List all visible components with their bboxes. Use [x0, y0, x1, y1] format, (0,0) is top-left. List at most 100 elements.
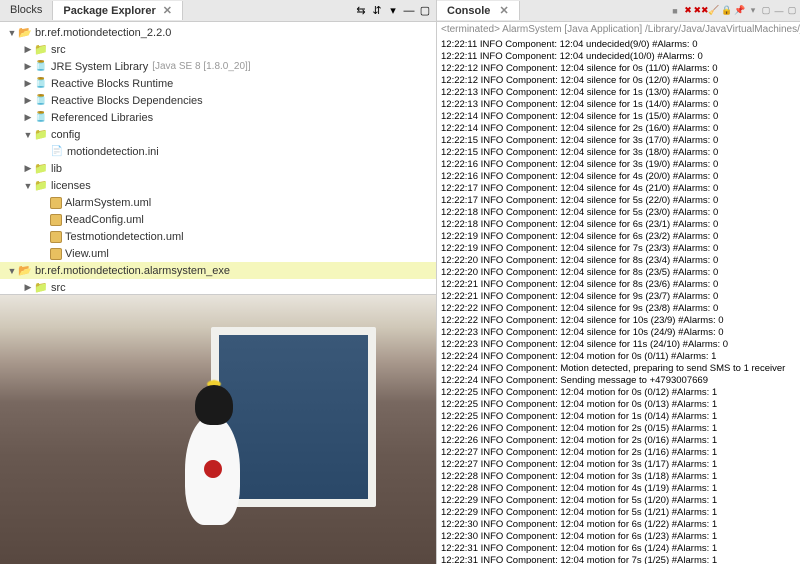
console-line: 12:22:22 INFO Component: 12:04 silence f…	[441, 303, 796, 315]
folder-icon	[34, 128, 48, 142]
console-line: 12:22:24 INFO Component: Motion detected…	[441, 363, 796, 375]
tab-console[interactable]: Console ✕	[437, 1, 520, 20]
console-line: 12:22:29 INFO Component: 12:04 motion fo…	[441, 507, 796, 519]
link-editor-icon[interactable]: ⇵	[370, 4, 384, 18]
console-line: 12:22:18 INFO Component: 12:04 silence f…	[441, 219, 796, 231]
console-line: 12:22:31 INFO Component: 12:04 motion fo…	[441, 543, 796, 555]
console-tab-bar: Console ✕ ■ ✖ ✖✖ 🧹 🔒 📌 ▾ ▢ — ▢	[437, 0, 800, 22]
spacer	[38, 197, 50, 209]
folder-icon	[34, 162, 48, 176]
console-line: 12:22:30 INFO Component: 12:04 motion fo…	[441, 519, 796, 531]
console-line: 12:22:22 INFO Component: 12:04 silence f…	[441, 315, 796, 327]
console-line: 12:22:21 INFO Component: 12:04 silence f…	[441, 279, 796, 291]
console-line: 12:22:26 INFO Component: 12:04 motion fo…	[441, 423, 796, 435]
collapse-icon[interactable]: ▼	[6, 27, 18, 39]
uml-icon	[50, 231, 62, 243]
tree-item[interactable]: View.uml	[0, 245, 436, 262]
tab-blocks[interactable]: Blocks	[0, 1, 53, 20]
tree-item-label: br.ref.motiondetection.alarmsystem_exe	[35, 265, 230, 277]
open-console-icon[interactable]: ▢	[760, 5, 772, 17]
video-preview	[0, 294, 436, 564]
uml-icon	[50, 214, 62, 226]
min-icon[interactable]: —	[773, 5, 785, 17]
console-line: 12:22:30 INFO Component: 12:04 motion fo…	[441, 531, 796, 543]
tree-item[interactable]: ▶ src	[0, 279, 436, 294]
remove-all-icon[interactable]: ✖✖	[695, 5, 707, 17]
package-explorer-tree[interactable]: ▼br.ref.motiondetection_2.2.0 ▶ src ▶JRE Sy…	[0, 22, 436, 294]
scroll-lock-icon[interactable]: 🔒	[721, 5, 733, 17]
explorer-tab-bar: BlocksPackage Explorer ✕ ⇆ ⇵ ▾ — ▢	[0, 0, 436, 22]
tree-item[interactable]: ▼ br.ref.motiondetection.alarmsystem_exe	[0, 262, 436, 279]
console-line: 12:22:13 INFO Component: 12:04 silence f…	[441, 87, 796, 99]
collapse-all-icon[interactable]: ⇆	[354, 4, 368, 18]
pin-console-icon[interactable]: 📌	[734, 5, 746, 17]
console-line: 12:22:28 INFO Component: 12:04 motion fo…	[441, 471, 796, 483]
terminate-icon[interactable]: ■	[669, 5, 681, 17]
tree-item[interactable]: Testmotiondetection.uml	[0, 228, 436, 245]
project-icon	[18, 264, 32, 278]
console-line: 12:22:25 INFO Component: 12:04 motion fo…	[441, 411, 796, 423]
lib-icon	[34, 94, 48, 108]
console-line: 12:22:16 INFO Component: 12:04 silence f…	[441, 159, 796, 171]
expand-icon[interactable]: ▶	[22, 163, 34, 175]
tab-package-explorer[interactable]: Package Explorer ✕	[53, 1, 183, 20]
expand-icon[interactable]: ▶	[22, 78, 34, 90]
maximize-view-icon[interactable]: ▢	[418, 4, 432, 18]
console-line: 12:22:13 INFO Component: 12:04 silence f…	[441, 99, 796, 111]
console-line: 12:22:19 INFO Component: 12:04 silence f…	[441, 243, 796, 255]
tree-item[interactable]: ▶Reactive Blocks Dependencies	[0, 92, 436, 109]
tree-item-label: Reactive Blocks Runtime	[51, 78, 173, 90]
tree-item[interactable]: motiondetection.ini	[0, 143, 436, 160]
tree-item[interactable]: ▶ Reactive Blocks Runtime	[0, 75, 436, 92]
tree-item-label: View.uml	[65, 248, 109, 260]
console-line: 12:22:14 INFO Component: 12:04 silence f…	[441, 123, 796, 135]
expand-icon[interactable]: ▶	[22, 44, 34, 56]
lib-icon	[34, 60, 48, 74]
console-line: 12:22:24 INFO Component: 12:04 motion fo…	[441, 351, 796, 363]
console-line: 12:22:15 INFO Component: 12:04 silence f…	[441, 135, 796, 147]
console-line: 12:22:31 INFO Component: 12:04 motion fo…	[441, 555, 796, 564]
console-tab-label: Console	[447, 5, 490, 17]
tree-item-label: lib	[51, 163, 62, 175]
display-selected-icon[interactable]: ▾	[747, 5, 759, 17]
console-line: 12:22:14 INFO Component: 12:04 silence f…	[441, 111, 796, 123]
expand-icon[interactable]: ▶	[22, 61, 34, 73]
console-line: 12:22:29 INFO Component: 12:04 motion fo…	[441, 495, 796, 507]
tree-item[interactable]: ▶ lib	[0, 160, 436, 177]
tree-item-label: src	[51, 282, 66, 294]
max-icon[interactable]: ▢	[786, 5, 798, 17]
console-line: 12:22:17 INFO Component: 12:04 silence f…	[441, 183, 796, 195]
console-line: 12:22:11 INFO Component: 12:04 undecided…	[441, 39, 796, 51]
tree-item[interactable]: ▶ Referenced Libraries	[0, 109, 436, 126]
tree-item-label: Referenced Libraries	[51, 112, 153, 124]
minimize-view-icon[interactable]: —	[402, 4, 416, 18]
expand-icon[interactable]: ▶	[22, 282, 34, 294]
tree-item[interactable]: ▼config	[0, 126, 436, 143]
tree-item[interactable]: AlarmSystem.uml	[0, 194, 436, 211]
remove-launch-icon[interactable]: ✖	[682, 5, 694, 17]
tree-item[interactable]: ▶JRE System Library[Java SE 8 [1.8.0_20]…	[0, 58, 436, 75]
tree-item[interactable]: ▶src	[0, 41, 436, 58]
console-line: 12:22:11 INFO Component: 12:04 undecided…	[441, 51, 796, 63]
collapse-icon[interactable]: ▼	[6, 265, 18, 277]
collapse-icon[interactable]: ▼	[22, 129, 34, 141]
right-pane: Console ✕ ■ ✖ ✖✖ 🧹 🔒 📌 ▾ ▢ — ▢ <terminat…	[437, 0, 800, 564]
collapse-icon[interactable]: ▼	[22, 180, 34, 192]
close-icon[interactable]: ✕	[499, 5, 508, 17]
tree-item[interactable]: ▼licenses	[0, 177, 436, 194]
console-line: 12:22:21 INFO Component: 12:04 silence f…	[441, 291, 796, 303]
tree-item[interactable]: ReadConfig.uml	[0, 211, 436, 228]
console-line: 12:22:23 INFO Component: 12:04 silence f…	[441, 339, 796, 351]
expand-icon[interactable]: ▶	[22, 112, 34, 124]
spacer	[38, 231, 50, 243]
tree-item[interactable]: ▼br.ref.motiondetection_2.2.0	[0, 24, 436, 41]
console-output[interactable]: 12:22:11 INFO Component: 12:04 undecided…	[437, 37, 800, 564]
console-line: 12:22:20 INFO Component: 12:04 silence f…	[441, 255, 796, 267]
clear-console-icon[interactable]: 🧹	[708, 5, 720, 17]
folder-icon	[34, 179, 48, 193]
expand-icon[interactable]: ▶	[22, 95, 34, 107]
tree-item-label: ReadConfig.uml	[65, 214, 144, 226]
view-menu-icon[interactable]: ▾	[386, 4, 400, 18]
close-icon[interactable]: ✕	[160, 5, 172, 17]
tree-item-decoration: [Java SE 8 [1.8.0_20]]	[152, 61, 250, 72]
